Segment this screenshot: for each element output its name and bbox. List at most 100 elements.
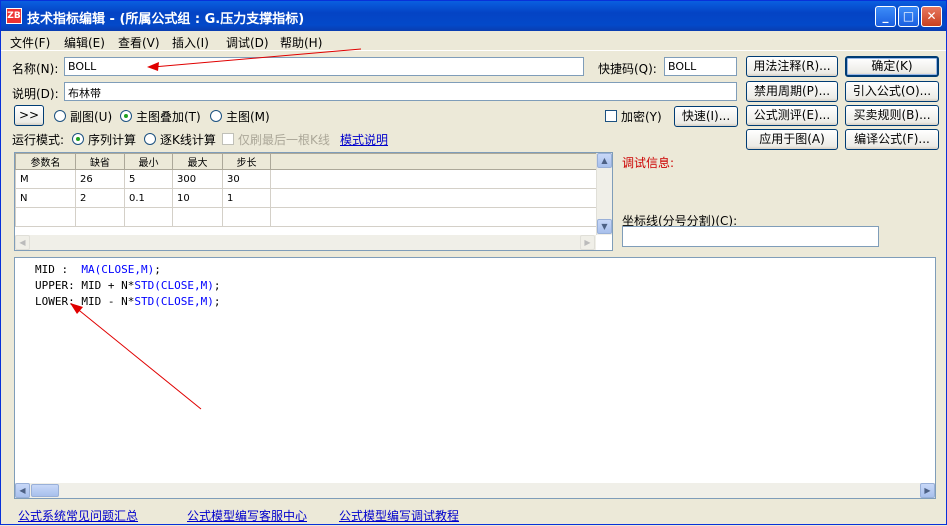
code-text[interactable]: MID : MA(CLOSE,M); UPPER: MID + N*STD(CL… bbox=[35, 262, 220, 310]
code-token: ; bbox=[213, 295, 221, 308]
table-row[interactable]: N 2 0.1 10 1 bbox=[15, 188, 599, 208]
confirm-button[interactable]: 确定(K) bbox=[845, 56, 939, 77]
name-label: 名称(N): bbox=[12, 62, 59, 76]
col-header-step[interactable]: 步长 bbox=[222, 153, 271, 170]
encrypt-label: 加密(Y) bbox=[621, 110, 662, 124]
col-header-min[interactable]: 最小 bbox=[124, 153, 173, 170]
desc-input[interactable]: 布林带 bbox=[64, 82, 737, 101]
scroll-right-icon[interactable]: ▶ bbox=[920, 483, 935, 498]
code-line-1: MID : MA(CLOSE,M); bbox=[35, 263, 161, 276]
menu-debug[interactable]: 调试(D) bbox=[226, 34, 269, 51]
sub-chart-label: 副图(U) bbox=[70, 110, 113, 124]
menu-view[interactable]: 查看(V) bbox=[118, 34, 160, 51]
fast-button[interactable]: 快速(I)... bbox=[674, 106, 738, 127]
formula-editor-window: ZB 技术指标编辑 - (所属公式组 : G.压力支撑指标) _ □ ✕ 文件(… bbox=[0, 0, 947, 525]
code-token: ; bbox=[213, 279, 221, 292]
menu-bar: 文件(F) 编辑(E) 查看(V) 插入(I) 调试(D) 帮助(H) bbox=[1, 31, 946, 51]
cell[interactable]: 300 bbox=[172, 169, 223, 189]
scroll-down-icon[interactable]: ▼ bbox=[597, 219, 612, 234]
title-bar[interactable]: ZB 技术指标编辑 - (所属公式组 : G.压力支撑指标) _ □ ✕ bbox=[1, 1, 946, 31]
seq-calc-radio[interactable] bbox=[72, 133, 84, 145]
close-button[interactable]: ✕ bbox=[921, 6, 942, 27]
usage-note-button[interactable]: 用法注释(R)... bbox=[746, 56, 838, 77]
table-vscroll[interactable]: ▲ ▼ bbox=[596, 153, 612, 235]
hotkey-input[interactable]: BOLL bbox=[664, 57, 737, 76]
main-overlay-radio[interactable] bbox=[120, 110, 132, 122]
cell[interactable]: M bbox=[15, 169, 76, 189]
last-bar-checkbox[interactable] bbox=[222, 133, 234, 145]
cell[interactable]: 26 bbox=[75, 169, 125, 189]
code-editor[interactable]: MID : MA(CLOSE,M); UPPER: MID + N*STD(CL… bbox=[14, 257, 936, 499]
apply-chart-button[interactable]: 应用于图(A) bbox=[746, 129, 838, 150]
expand-button[interactable]: >> bbox=[14, 105, 44, 126]
scroll-left-icon[interactable]: ◀ bbox=[15, 483, 30, 498]
scroll-up-icon[interactable]: ▲ bbox=[597, 153, 612, 168]
seq-calc-label: 序列计算 bbox=[88, 133, 137, 147]
compile-button[interactable]: 编译公式(F)... bbox=[845, 129, 939, 150]
tutorial-link[interactable]: 公式模型编写调试教程 bbox=[339, 507, 459, 524]
code-function: STD(CLOSE,M) bbox=[134, 295, 214, 308]
cell bbox=[270, 188, 599, 208]
encrypt-checkbox[interactable] bbox=[605, 110, 617, 122]
cell[interactable]: 5 bbox=[124, 169, 173, 189]
code-line-2: UPPER: MID + N*STD(CLOSE,M); bbox=[35, 279, 220, 292]
cell[interactable] bbox=[222, 207, 271, 227]
cell[interactable] bbox=[75, 207, 125, 227]
hotkey-label: 快捷码(Q): bbox=[598, 62, 657, 76]
faq-link[interactable]: 公式系统常见问题汇总 bbox=[18, 507, 138, 524]
code-token: UPPER: MID + N* bbox=[35, 279, 135, 292]
main-overlay-label: 主图叠加(T) bbox=[136, 110, 201, 124]
menu-file[interactable]: 文件(F) bbox=[10, 34, 50, 51]
window-title: 技术指标编辑 - (所属公式组 : G.压力支撑指标) bbox=[27, 12, 305, 27]
menu-edit[interactable]: 编辑(E) bbox=[64, 34, 105, 51]
scroll-left-icon[interactable]: ◀ bbox=[15, 235, 30, 250]
cell[interactable] bbox=[15, 207, 76, 227]
import-formula-button[interactable]: 引入公式(O)... bbox=[845, 81, 939, 102]
trade-rule-button[interactable]: 买卖规则(B)... bbox=[845, 105, 939, 126]
menu-help[interactable]: 帮助(H) bbox=[280, 34, 322, 51]
name-input[interactable]: BOLL bbox=[64, 57, 584, 76]
main-chart-radio[interactable] bbox=[210, 110, 222, 122]
scroll-thumb[interactable] bbox=[31, 484, 59, 497]
bar-calc-label: 逐K线计算 bbox=[160, 133, 216, 147]
code-function: MA(CLOSE,M) bbox=[81, 263, 155, 276]
mode-help-link[interactable]: 模式说明 bbox=[340, 131, 388, 148]
code-function: STD(CLOSE,M) bbox=[134, 279, 214, 292]
formula-test-button[interactable]: 公式测评(E)... bbox=[746, 105, 838, 126]
parameter-table: 参数名 缺省 最小 最大 步长 M 26 5 300 30 N 2 0.1 10… bbox=[14, 152, 613, 251]
col-header-empty bbox=[270, 153, 599, 170]
cell[interactable] bbox=[124, 207, 173, 227]
col-header-name[interactable]: 参数名 bbox=[15, 153, 76, 170]
cell[interactable]: 10 bbox=[172, 188, 223, 208]
cell[interactable]: 1 bbox=[222, 188, 271, 208]
table-hscroll[interactable]: ◀ ▶ bbox=[15, 235, 596, 250]
cell[interactable]: 2 bbox=[75, 188, 125, 208]
main-chart-label: 主图(M) bbox=[226, 110, 270, 124]
maximize-button[interactable]: □ bbox=[898, 6, 919, 27]
code-token: LOWER: MID - N* bbox=[35, 295, 135, 308]
table-row[interactable] bbox=[15, 207, 599, 227]
code-token: ; bbox=[154, 263, 161, 276]
desc-label: 说明(D): bbox=[12, 87, 59, 101]
cell[interactable]: 0.1 bbox=[124, 188, 173, 208]
minimize-button[interactable]: _ bbox=[875, 6, 896, 27]
code-token: MID : bbox=[35, 263, 82, 276]
cell[interactable] bbox=[172, 207, 223, 227]
cell[interactable]: N bbox=[15, 188, 76, 208]
sub-chart-radio[interactable] bbox=[54, 110, 66, 122]
app-icon: ZB bbox=[6, 8, 22, 24]
editor-hscroll[interactable]: ◀ ▶ bbox=[15, 483, 935, 498]
table-row[interactable]: M 26 5 300 30 bbox=[15, 169, 599, 189]
run-mode-label: 运行模式: bbox=[12, 133, 65, 147]
cell[interactable]: 30 bbox=[222, 169, 271, 189]
support-link[interactable]: 公式模型编写客服中心 bbox=[187, 507, 307, 524]
axis-line-input[interactable] bbox=[622, 226, 879, 247]
code-line-3: LOWER: MID - N*STD(CLOSE,M); bbox=[35, 295, 220, 308]
col-header-default[interactable]: 缺省 bbox=[75, 153, 125, 170]
scroll-right-icon[interactable]: ▶ bbox=[580, 235, 595, 250]
disable-period-button[interactable]: 禁用周期(P)... bbox=[746, 81, 838, 102]
bar-calc-radio[interactable] bbox=[144, 133, 156, 145]
menu-insert[interactable]: 插入(I) bbox=[172, 34, 209, 51]
col-header-max[interactable]: 最大 bbox=[172, 153, 223, 170]
cell bbox=[270, 169, 599, 189]
